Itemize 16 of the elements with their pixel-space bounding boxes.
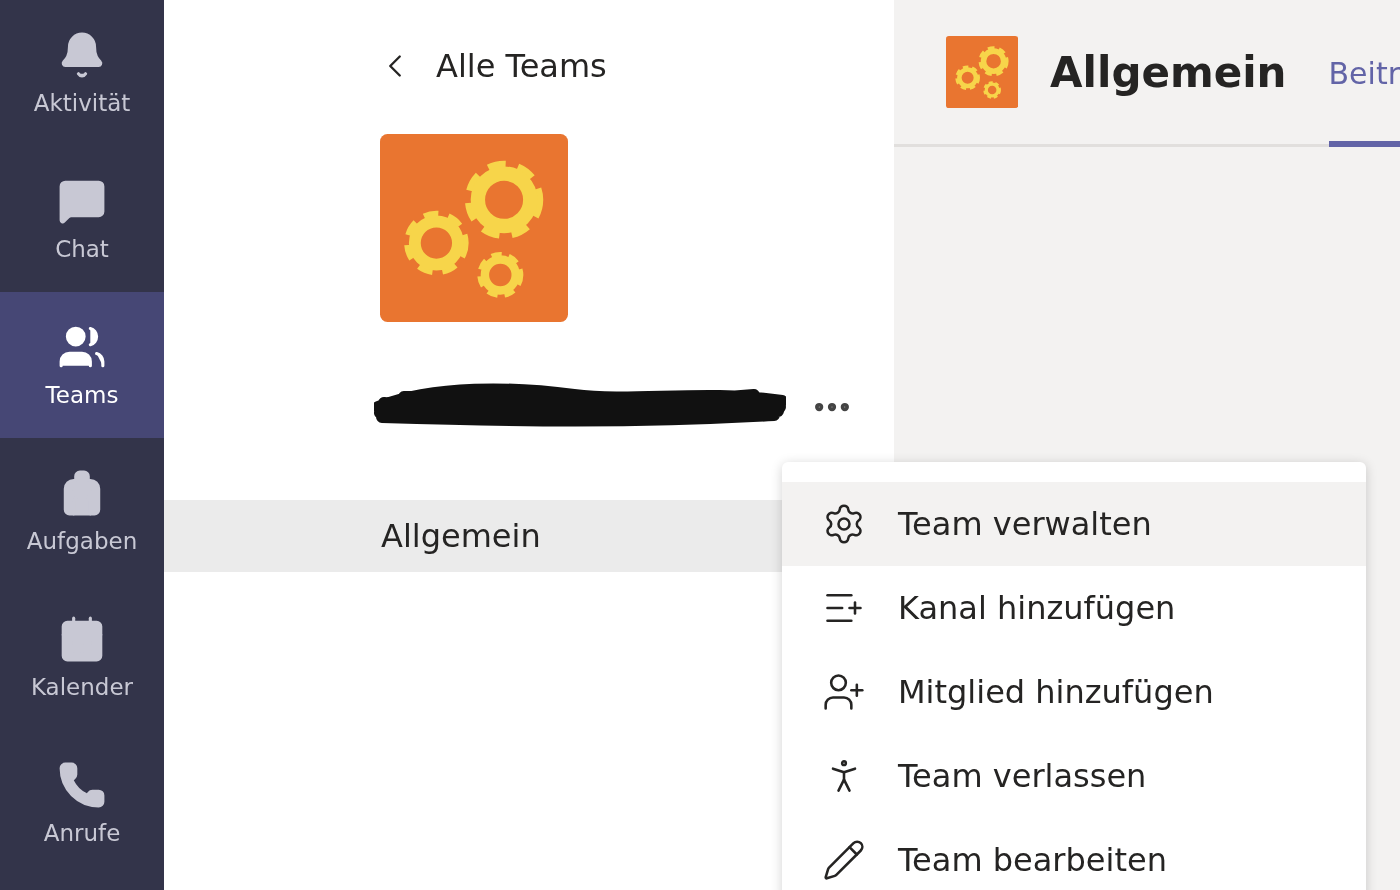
rail-item[interactable]: Kalender <box>0 584 164 730</box>
rail-item[interactable]: Anrufe <box>0 730 164 876</box>
menu-item[interactable]: Team verlassen <box>782 734 1366 818</box>
phone-icon <box>57 760 107 810</box>
rail-item[interactable]: Chat <box>0 146 164 292</box>
menu-item[interactable]: Mitglied hinzufügen <box>782 650 1366 734</box>
pencil-icon <box>822 838 866 882</box>
menu-item[interactable]: Team bearbeiten <box>782 818 1366 890</box>
rail-item[interactable]: Teams <box>0 292 164 438</box>
menu-item[interactable]: Team verwalten <box>782 482 1366 566</box>
tab[interactable]: Beitr <box>1328 0 1400 147</box>
rail-item[interactable]: Aufgaben <box>0 438 164 584</box>
menu-item[interactable]: Kanal hinzufügen <box>782 566 1366 650</box>
channel-title: Allgemein <box>1050 47 1287 97</box>
back-link[interactable]: Alle Teams <box>436 47 607 85</box>
rail-item[interactable]: Aktivität <box>0 0 164 146</box>
